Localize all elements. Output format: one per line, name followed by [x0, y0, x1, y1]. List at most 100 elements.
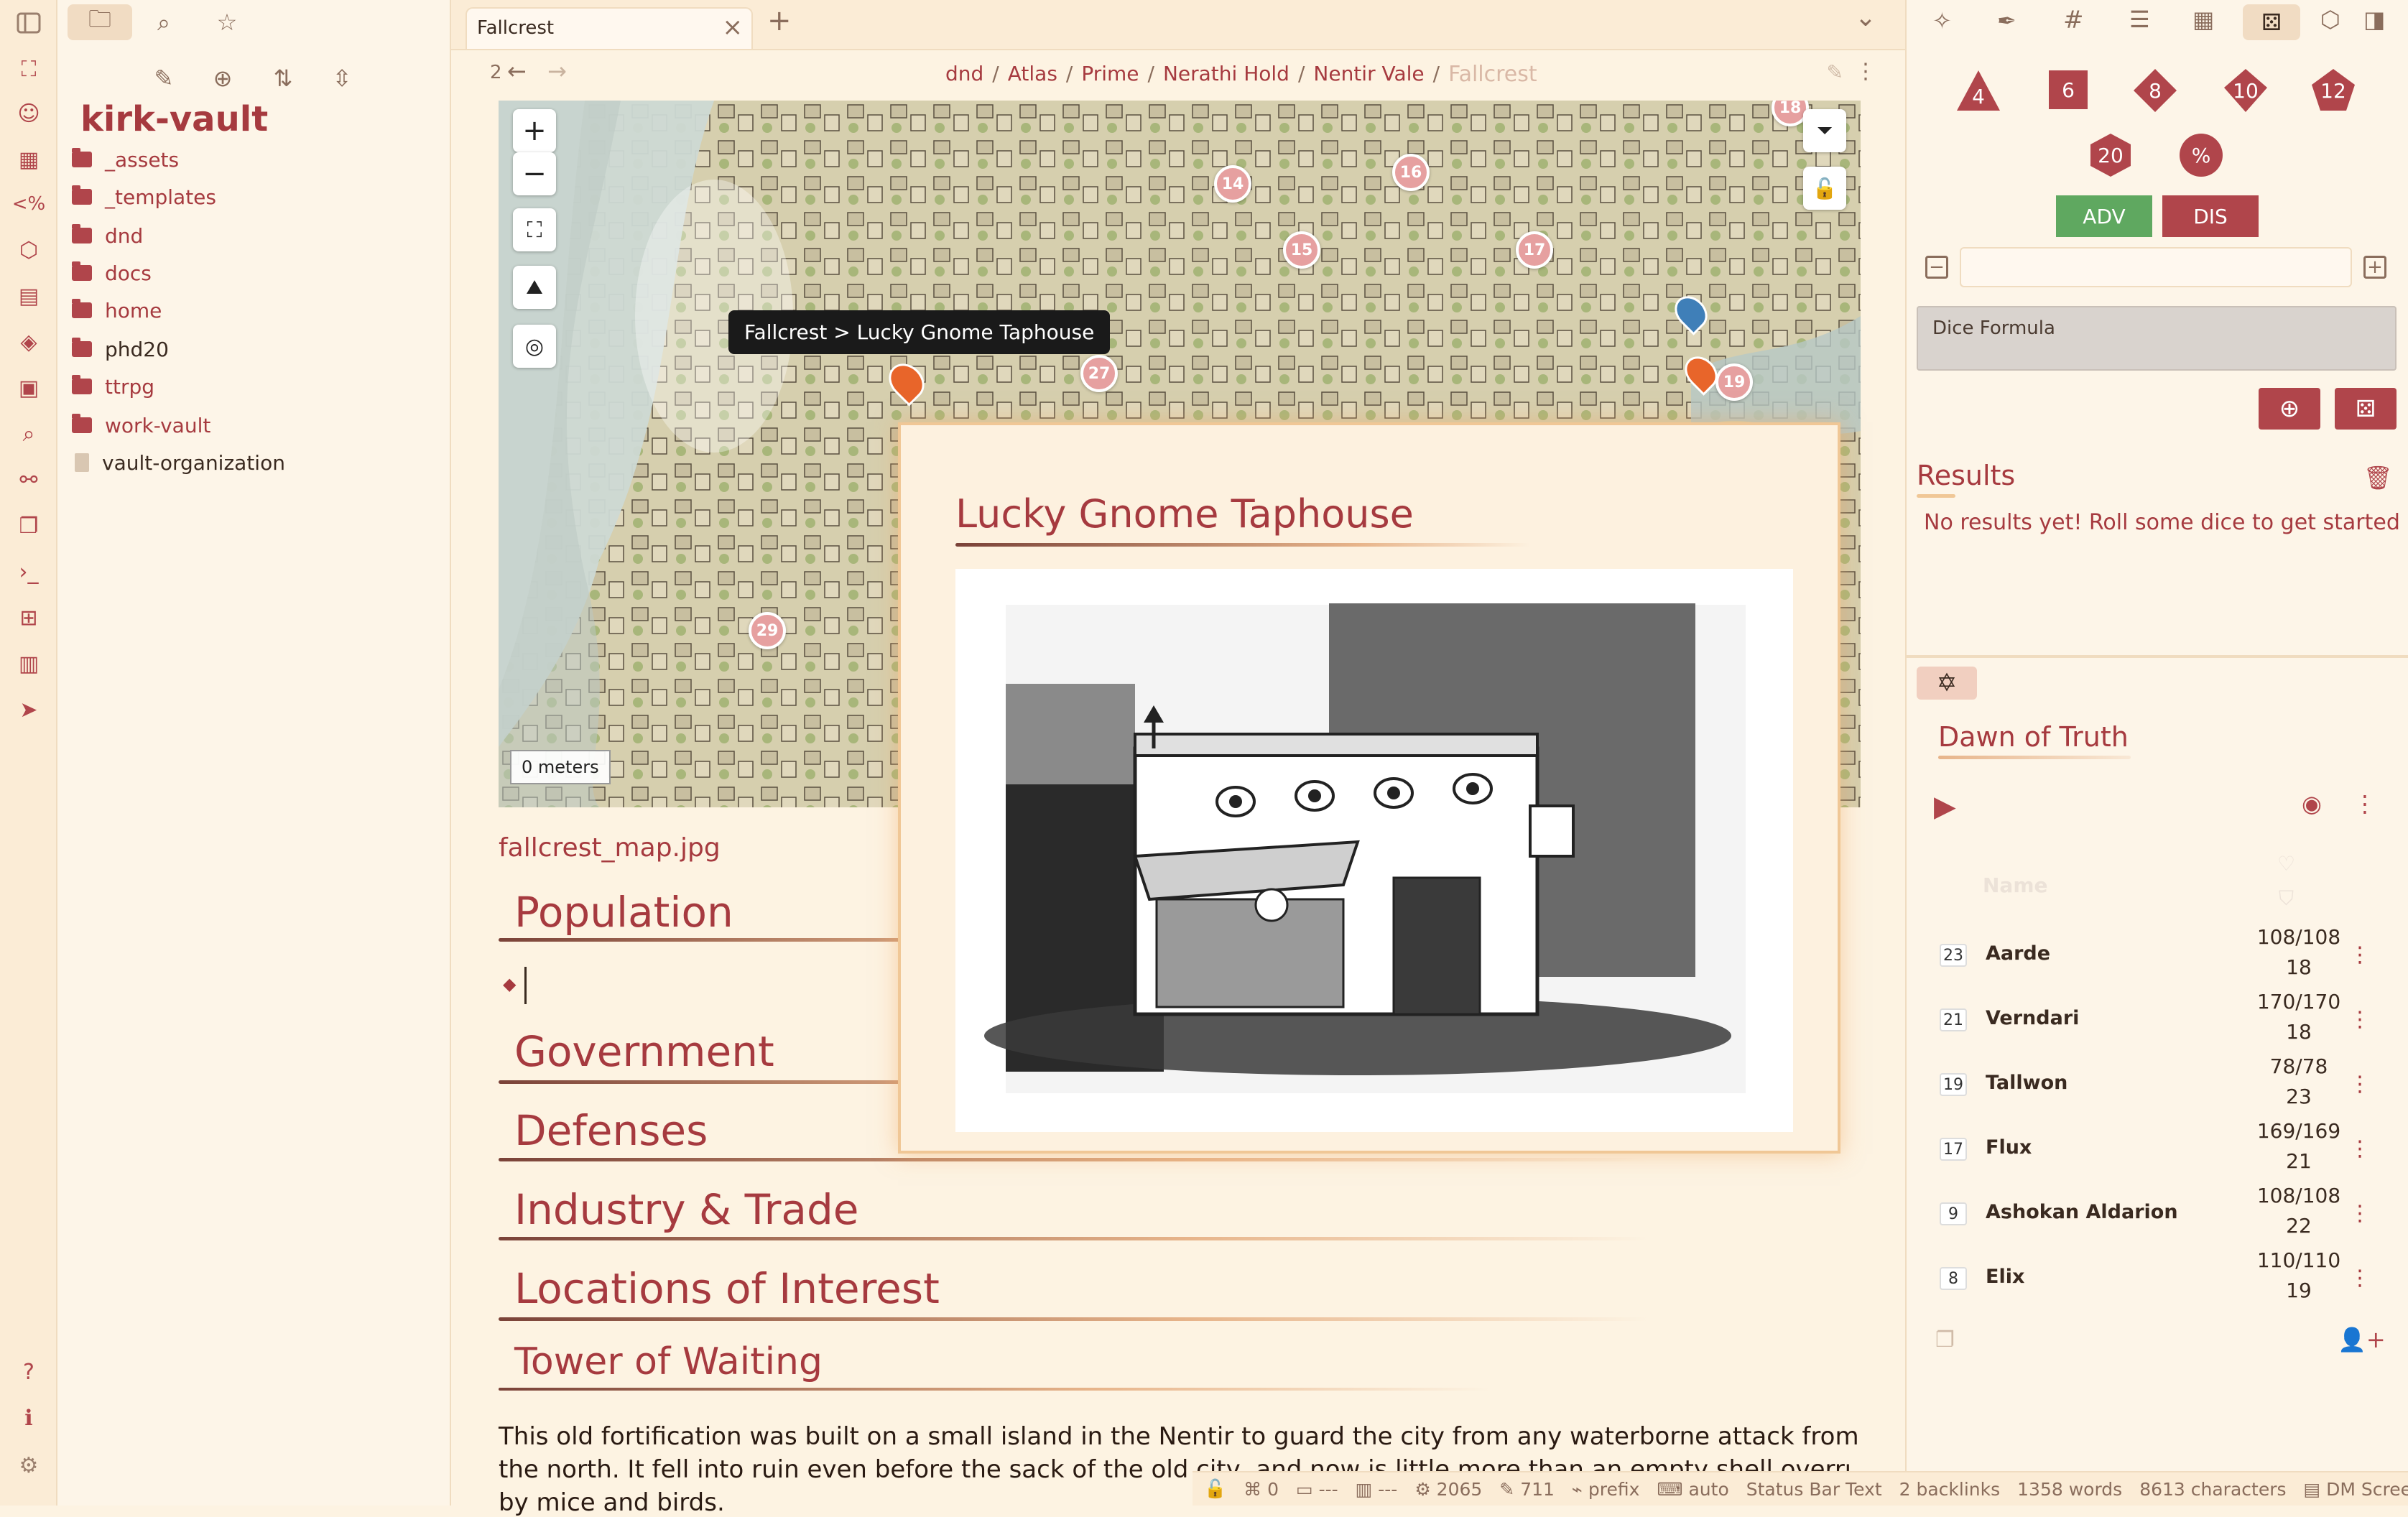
send-icon[interactable]: ➤: [10, 691, 47, 728]
play-icon[interactable]: ▶: [1934, 790, 1956, 823]
cube-icon[interactable]: ◈: [10, 323, 47, 361]
tree-folder[interactable]: work-vault: [72, 408, 210, 442]
map-layers-icon[interactable]: ⛰: [513, 266, 556, 309]
lock-icon[interactable]: 🔓: [1803, 167, 1846, 210]
map-marker[interactable]: 15: [1283, 231, 1320, 269]
status-item[interactable]: ▭ ---: [1296, 1479, 1338, 1500]
calendar-icon[interactable]: ▦: [10, 141, 47, 178]
columns-icon[interactable]: ▥: [10, 645, 47, 682]
initiative-row[interactable]: 21 Verndari 170/17018 ⋮: [1940, 987, 2371, 1052]
row-menu-icon[interactable]: ⋮: [2349, 1072, 2371, 1097]
back-arrow-icon[interactable]: ←: [507, 57, 527, 85]
layout-icon[interactable]: ▣: [10, 369, 47, 407]
smiley-icon[interactable]: ☺: [10, 95, 47, 132]
row-menu-icon[interactable]: ⋮: [2349, 1136, 2371, 1161]
puzzle-icon[interactable]: ⊞: [10, 599, 47, 636]
more-options-icon[interactable]: ⋮: [1855, 59, 1876, 84]
row-menu-icon[interactable]: ⋮: [2349, 1007, 2371, 1032]
terminal-icon[interactable]: ›_: [10, 553, 47, 590]
add-creature-icon[interactable]: 👤+: [2338, 1326, 2386, 1353]
breadcrumb-item[interactable]: Nentir Vale: [1313, 62, 1424, 87]
row-menu-icon[interactable]: ⋮: [2349, 942, 2371, 968]
map-marker[interactable]: 19: [1715, 363, 1753, 401]
graph-icon[interactable]: ⚯: [10, 461, 47, 498]
d20-button[interactable]: 20: [2088, 132, 2134, 178]
row-menu-icon[interactable]: ⋮: [2349, 1266, 2371, 1291]
filter-icon[interactable]: ⏷: [1803, 109, 1846, 152]
feather-icon[interactable]: ✒: [1997, 7, 2016, 34]
new-folder-icon[interactable]: ⊕: [201, 60, 244, 96]
name-column-header[interactable]: Name: [1983, 873, 2048, 897]
close-tab-icon[interactable]: ×: [723, 13, 744, 42]
tree-file[interactable]: vault-organization: [72, 445, 285, 480]
breadcrumb-item[interactable]: Prime: [1081, 62, 1139, 87]
wand-icon[interactable]: ✧: [1932, 7, 1952, 34]
info-icon[interactable]: ℹ: [10, 1399, 47, 1437]
collapse-icon[interactable]: ⇳: [320, 60, 363, 96]
map-marker[interactable]: 17: [1516, 231, 1553, 269]
initiative-tracker-icon[interactable]: ✡: [1917, 667, 1977, 700]
star-icon[interactable]: ☆: [205, 4, 249, 40]
table-icon[interactable]: ▤: [10, 277, 47, 315]
tree-folder[interactable]: docs: [72, 256, 152, 290]
forward-arrow-icon[interactable]: →: [547, 57, 567, 85]
increment-icon[interactable]: +: [2363, 256, 2386, 279]
fullscreen-icon[interactable]: ⛶: [513, 208, 556, 251]
status-item[interactable]: ⌁ prefix: [1572, 1479, 1640, 1500]
dice-shape-icon[interactable]: ⬡: [10, 231, 47, 269]
d100-button[interactable]: %: [2180, 134, 2223, 177]
dm-screen-button[interactable]: ▤ DM Screen: [2304, 1479, 2408, 1500]
d6-button[interactable]: 6: [2049, 70, 2088, 109]
outline-icon[interactable]: ☰: [2129, 6, 2150, 33]
initiative-row[interactable]: 19 Tallwon 78/7823 ⋮: [1940, 1052, 2371, 1116]
percent-code-icon[interactable]: <%: [10, 185, 47, 223]
copy-icon[interactable]: ❐: [10, 507, 47, 544]
map-icon[interactable]: ⛶: [10, 50, 47, 88]
lock-icon[interactable]: 🔓: [1204, 1478, 1226, 1500]
tree-folder[interactable]: dnd: [72, 218, 143, 253]
status-item[interactable]: ⌨ auto: [1657, 1479, 1728, 1500]
breadcrumb-item[interactable]: dnd: [945, 62, 983, 87]
save-formula-button[interactable]: ⚄: [2335, 388, 2397, 430]
map-marker[interactable]: 14: [1214, 165, 1251, 203]
dice-modifier-input[interactable]: [1960, 247, 2352, 287]
d4-button[interactable]: 4: [1955, 68, 2001, 113]
map-marker[interactable]: 16: [1392, 154, 1430, 191]
roll-formula-button[interactable]: ⊕: [2259, 388, 2320, 430]
tree-folder[interactable]: ttrpg: [72, 369, 154, 404]
new-note-icon[interactable]: ✎: [142, 60, 185, 96]
shapes-icon[interactable]: ⬡: [2320, 6, 2340, 33]
status-item[interactable]: ⚙ 2065: [1414, 1479, 1482, 1500]
initiative-row[interactable]: 9 Ashokan Aldarion 108/10822 ⋮: [1940, 1181, 2371, 1245]
right-sidebar-toggle-icon[interactable]: ◨: [2363, 6, 2385, 33]
tab-fallcrest[interactable]: Fallcrest ×: [466, 7, 753, 49]
new-tab-icon[interactable]: +: [767, 4, 792, 37]
zoom-out-button[interactable]: −: [513, 152, 556, 195]
row-menu-icon[interactable]: ⋮: [2349, 1201, 2371, 1226]
sidebar-toggle-icon[interactable]: [10, 4, 47, 42]
backlinks-count[interactable]: 2 backlinks: [1899, 1479, 2001, 1500]
edit-icon[interactable]: ✎: [1827, 60, 1843, 84]
d10-button[interactable]: 10: [2223, 68, 2269, 113]
tab-list-chevron-down-icon[interactable]: ⌄: [1855, 3, 1876, 32]
status-item[interactable]: ✎ 711: [1499, 1479, 1555, 1500]
d12-button[interactable]: 12: [2310, 68, 2356, 113]
file-search-icon[interactable]: ⌕: [10, 415, 47, 453]
trash-icon[interactable]: 🗑: [2363, 464, 2393, 491]
map-marker[interactable]: 27: [1080, 355, 1118, 392]
eye-icon[interactable]: ◉: [2302, 790, 2322, 817]
initiative-row[interactable]: 8 Elix 110/11019 ⋮: [1940, 1245, 2371, 1310]
breadcrumb-item[interactable]: Nerathi Hold: [1163, 62, 1289, 87]
search-icon[interactable]: ⌕: [142, 4, 185, 40]
decrement-icon[interactable]: −: [1925, 256, 1948, 279]
zoom-in-button[interactable]: +: [513, 109, 556, 152]
sort-icon[interactable]: ⇅: [261, 60, 305, 96]
map-marker[interactable]: 29: [749, 612, 786, 649]
advantage-button[interactable]: ADV: [2056, 195, 2152, 237]
locate-icon[interactable]: ◎: [513, 325, 556, 368]
status-item[interactable]: ▥ ---: [1356, 1479, 1398, 1500]
tree-folder[interactable]: _assets: [72, 142, 179, 177]
dice-icon[interactable]: ⚄: [2243, 4, 2300, 40]
copy-icon[interactable]: ❐: [1935, 1327, 1955, 1353]
tree-folder[interactable]: _templates: [72, 180, 216, 214]
